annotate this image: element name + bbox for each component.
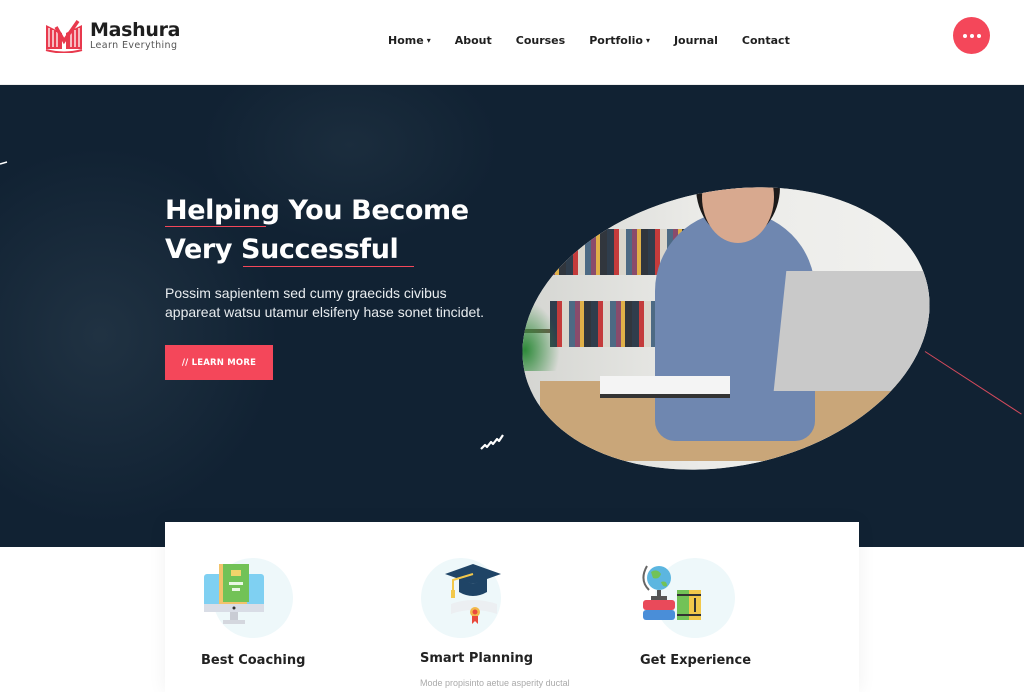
nav-item-about[interactable]: About xyxy=(455,34,492,47)
site-header: Mashura Learn Everything Home ▾ About Co… xyxy=(0,0,1024,85)
logo-book-icon xyxy=(45,19,83,53)
brand-tagline: Learn Everything xyxy=(90,40,178,51)
nav-label: Home xyxy=(388,34,424,47)
feature-best-coaching[interactable]: Best Coaching xyxy=(165,522,385,692)
nav-label: About xyxy=(454,34,492,47)
more-menu-button[interactable] xyxy=(953,17,990,54)
feature-get-experience[interactable]: Get Experience xyxy=(605,522,825,692)
nav-label: Journal xyxy=(673,34,718,47)
photo-clipboard xyxy=(600,376,730,398)
graduation-cap-diploma-icon xyxy=(445,564,501,624)
decorative-dash-icon xyxy=(0,161,8,165)
feature-description: Mode propisinto aetue asperity ductal xyxy=(420,678,570,688)
nav-label: Portfolio xyxy=(589,34,643,47)
brand-name: Mashura xyxy=(90,19,181,41)
title-underline xyxy=(243,266,414,267)
nav-item-portfolio[interactable]: Portfolio ▾ xyxy=(589,34,650,47)
photo-person-head xyxy=(702,151,774,243)
globe-books-icon xyxy=(642,565,701,620)
hero-title-line1: Helping You Become xyxy=(165,195,469,226)
chevron-down-icon: ▾ xyxy=(426,36,431,45)
feature-title: Smart Planning xyxy=(420,651,534,666)
photo-plant xyxy=(495,301,560,371)
learn-more-button[interactable]: // LEARN MORE xyxy=(165,345,273,380)
monitor-book-icon xyxy=(204,564,264,624)
chevron-down-icon: ▾ xyxy=(645,36,650,45)
photo-laptop xyxy=(773,271,937,391)
ellipsis-icon xyxy=(962,33,967,38)
feature-title: Best Coaching xyxy=(201,653,306,668)
nav-label: Contact xyxy=(741,34,790,47)
feature-smart-planning[interactable]: Smart Planning Mode propisinto aetue asp… xyxy=(385,522,605,692)
hero-title-line2: Very Successful xyxy=(165,234,399,265)
main-nav: Home ▾ About Courses Portfolio ▾ Journal… xyxy=(388,34,814,47)
hero-image xyxy=(495,151,957,506)
ellipsis-dot xyxy=(976,33,981,38)
nav-label: Courses xyxy=(515,34,566,47)
ellipsis-dot xyxy=(969,33,974,38)
title-underline xyxy=(165,226,266,227)
nav-item-journal[interactable]: Journal xyxy=(674,34,718,47)
feature-title: Get Experience xyxy=(640,653,752,668)
nav-item-home[interactable]: Home ▾ xyxy=(388,34,431,47)
logo[interactable]: Mashura Learn Everything xyxy=(44,19,180,53)
hero-title: Helping You Become Very Successful xyxy=(165,191,469,269)
squiggle-icon xyxy=(480,434,504,450)
hero-subtitle: Possim sapientem sed cumy graecids civib… xyxy=(165,285,485,320)
nav-item-contact[interactable]: Contact xyxy=(742,34,790,47)
features-card: Best Coaching Smart Planning Mode propis… xyxy=(165,522,859,692)
hero-section: Helping You Become Very Successful Possi… xyxy=(0,85,1024,547)
nav-item-courses[interactable]: Courses xyxy=(516,34,565,47)
